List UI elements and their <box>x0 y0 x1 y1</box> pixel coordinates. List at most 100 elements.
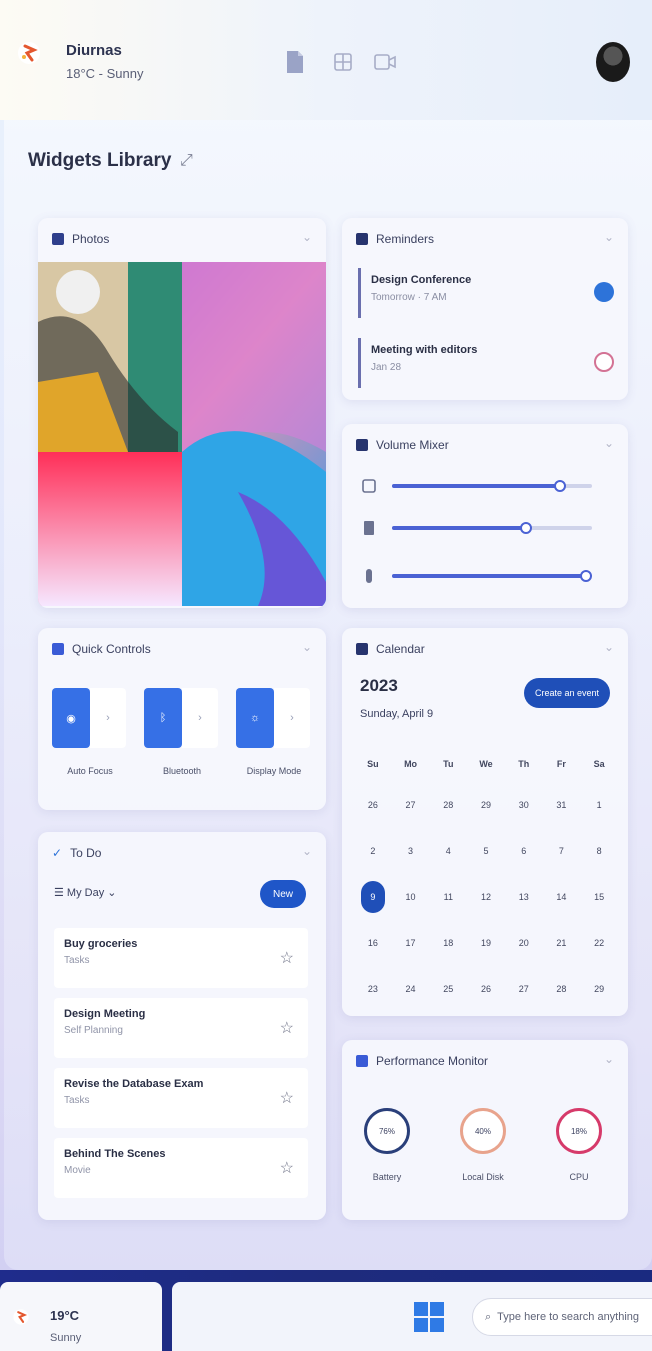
more-icon[interactable]: ⌄ <box>604 1052 614 1066</box>
calendar-day[interactable]: 28 <box>543 984 581 994</box>
performance-icon <box>356 1055 368 1067</box>
weekday-label: Mo <box>404 759 418 769</box>
volume-slider[interactable] <box>392 480 592 492</box>
volume-slider[interactable] <box>392 570 592 582</box>
progress-ring: 18% <box>556 1108 602 1154</box>
reminder-item[interactable]: Design Conference Tomorrow · 7 AM <box>358 268 598 318</box>
battery-meter: 76% Battery <box>342 1108 432 1182</box>
todo-item[interactable]: Revise the Database Exam Tasks ☆ <box>54 1068 308 1128</box>
video-icon[interactable] <box>374 50 396 74</box>
more-icon[interactable]: ⌄ <box>302 640 312 654</box>
calendar-day[interactable]: 16 <box>354 938 392 948</box>
weather-location: Diurnas <box>66 42 122 59</box>
calendar-day[interactable]: 23 <box>354 984 392 994</box>
calendar-day[interactable]: 29 <box>467 800 505 810</box>
calendar-widget[interactable]: Calendar ⌄ 2023 Sunday, April 9 Create a… <box>342 628 628 1016</box>
todo-item[interactable]: Buy groceries Tasks ☆ <box>54 928 308 988</box>
calendar-day[interactable]: 24 <box>392 984 430 994</box>
slider-thumb[interactable] <box>520 522 532 534</box>
calendar-day[interactable]: 7 <box>543 846 581 856</box>
focus-icon: ◉ <box>52 688 90 748</box>
slider-thumb[interactable] <box>554 480 566 492</box>
todo-item-list: Tasks <box>64 955 90 966</box>
calendar-day[interactable]: 20 <box>505 938 543 948</box>
todo-item[interactable]: Design Meeting Self Planning ☆ <box>54 998 308 1058</box>
search-input[interactable]: ⌕ Type here to search anything <box>472 1298 652 1336</box>
slider-thumb[interactable] <box>580 570 592 582</box>
weekday-label: Su <box>367 759 379 769</box>
quick-controls-title: Quick Controls <box>72 642 151 656</box>
calendar-day[interactable]: 4 <box>429 846 467 856</box>
calendar-day[interactable]: 9 <box>354 881 392 913</box>
calendar-day[interactable]: 10 <box>392 892 430 902</box>
calendar-day[interactable]: 17 <box>392 938 430 948</box>
windows-start-icon[interactable] <box>414 1302 444 1332</box>
expand-icon[interactable]: ⤢ <box>180 152 193 170</box>
avatar[interactable] <box>596 42 630 82</box>
volume-icon <box>356 439 368 451</box>
more-icon[interactable]: ⌄ <box>604 230 614 244</box>
display-mode-toggle[interactable]: ☼ › <box>236 688 310 748</box>
bluetooth-toggle[interactable]: ᛒ › <box>144 688 218 748</box>
reminder-item[interactable]: Meeting with editors Jan 28 <box>358 338 598 388</box>
calendar-day[interactable]: 1 <box>580 800 618 810</box>
reminders-widget[interactable]: Reminders ⌄ Design Conference Tomorrow ·… <box>342 218 628 400</box>
todo-item[interactable]: Behind The Scenes Movie ☆ <box>54 1138 308 1198</box>
volume-slider[interactable] <box>392 522 592 534</box>
calendar-day[interactable]: 2 <box>354 846 392 856</box>
calendar-day[interactable]: 27 <box>392 800 430 810</box>
document-icon[interactable] <box>284 50 306 74</box>
calendar-day[interactable]: 26 <box>467 984 505 994</box>
calendar-day[interactable]: 31 <box>543 800 581 810</box>
taskbar-weather[interactable]: 19°C Sunny <box>0 1282 162 1351</box>
calendar-day[interactable]: 12 <box>467 892 505 902</box>
weekday-label: Sa <box>593 759 605 769</box>
todo-item-title: Behind The Scenes <box>64 1148 166 1160</box>
auto-focus-toggle[interactable]: ◉ › <box>52 688 126 748</box>
photos-widget[interactable]: Photos ⌄ <box>38 218 326 608</box>
calendar-day[interactable]: 14 <box>543 892 581 902</box>
calendar-day[interactable]: 8 <box>580 846 618 856</box>
chevron-right-icon: › <box>274 688 310 748</box>
weather-app-icon <box>18 42 40 64</box>
calendar-day[interactable]: 25 <box>429 984 467 994</box>
volume-mixer-widget[interactable]: Volume Mixer ⌄ <box>342 424 628 608</box>
calendar-day[interactable]: 19 <box>467 938 505 948</box>
calendar-day[interactable]: 22 <box>580 938 618 948</box>
todo-widget[interactable]: ✓ To Do ⌄ ☰ My Day ⌄ New Buy groceries Ta… <box>38 832 326 1220</box>
more-icon[interactable]: ⌄ <box>302 230 312 244</box>
calendar-day[interactable]: 29 <box>580 984 618 994</box>
calendar-day[interactable]: 18 <box>429 938 467 948</box>
taskbar: 19°C Sunny ⌕ Type here to search anythin… <box>0 1270 652 1351</box>
more-icon[interactable]: ⌄ <box>302 844 312 858</box>
grid-icon[interactable] <box>332 50 354 74</box>
star-icon[interactable]: ☆ <box>280 1158 294 1178</box>
quick-controls-widget[interactable]: Quick Controls ⌄ ◉ › ᛒ › ☼ › Auto Focus Blu… <box>38 628 326 810</box>
calendar-day[interactable]: 15 <box>580 892 618 902</box>
calendar-day[interactable]: 13 <box>505 892 543 902</box>
performance-monitor-widget[interactable]: Performance Monitor ⌄ 76% Battery 40% Lo… <box>342 1040 628 1220</box>
calendar-day[interactable]: 28 <box>429 800 467 810</box>
more-icon[interactable]: ⌄ <box>604 436 614 450</box>
photos-title: Photos <box>72 232 110 246</box>
star-icon[interactable]: ☆ <box>280 948 294 968</box>
checked-circle-icon[interactable] <box>594 282 614 302</box>
more-icon[interactable]: ⌄ <box>604 640 614 654</box>
create-event-button[interactable]: Create an event <box>524 678 610 708</box>
calendar-date: Sunday, April 9 <box>360 708 434 720</box>
todo-item-list: Self Planning <box>64 1025 123 1036</box>
calendar-day[interactable]: 27 <box>505 984 543 994</box>
calendar-day[interactable]: 6 <box>505 846 543 856</box>
star-icon[interactable]: ☆ <box>280 1088 294 1108</box>
calendar-day[interactable]: 3 <box>392 846 430 856</box>
calendar-day[interactable]: 11 <box>429 892 467 902</box>
calendar-day[interactable]: 26 <box>354 800 392 810</box>
calendar-day[interactable]: 21 <box>543 938 581 948</box>
list-selector[interactable]: ☰ My Day ⌄ <box>54 886 116 899</box>
photo-collage-image[interactable] <box>38 262 326 606</box>
unchecked-circle-icon[interactable] <box>594 352 614 372</box>
calendar-day[interactable]: 30 <box>505 800 543 810</box>
new-task-button[interactable]: New <box>260 880 306 908</box>
star-icon[interactable]: ☆ <box>280 1018 294 1038</box>
calendar-day[interactable]: 5 <box>467 846 505 856</box>
